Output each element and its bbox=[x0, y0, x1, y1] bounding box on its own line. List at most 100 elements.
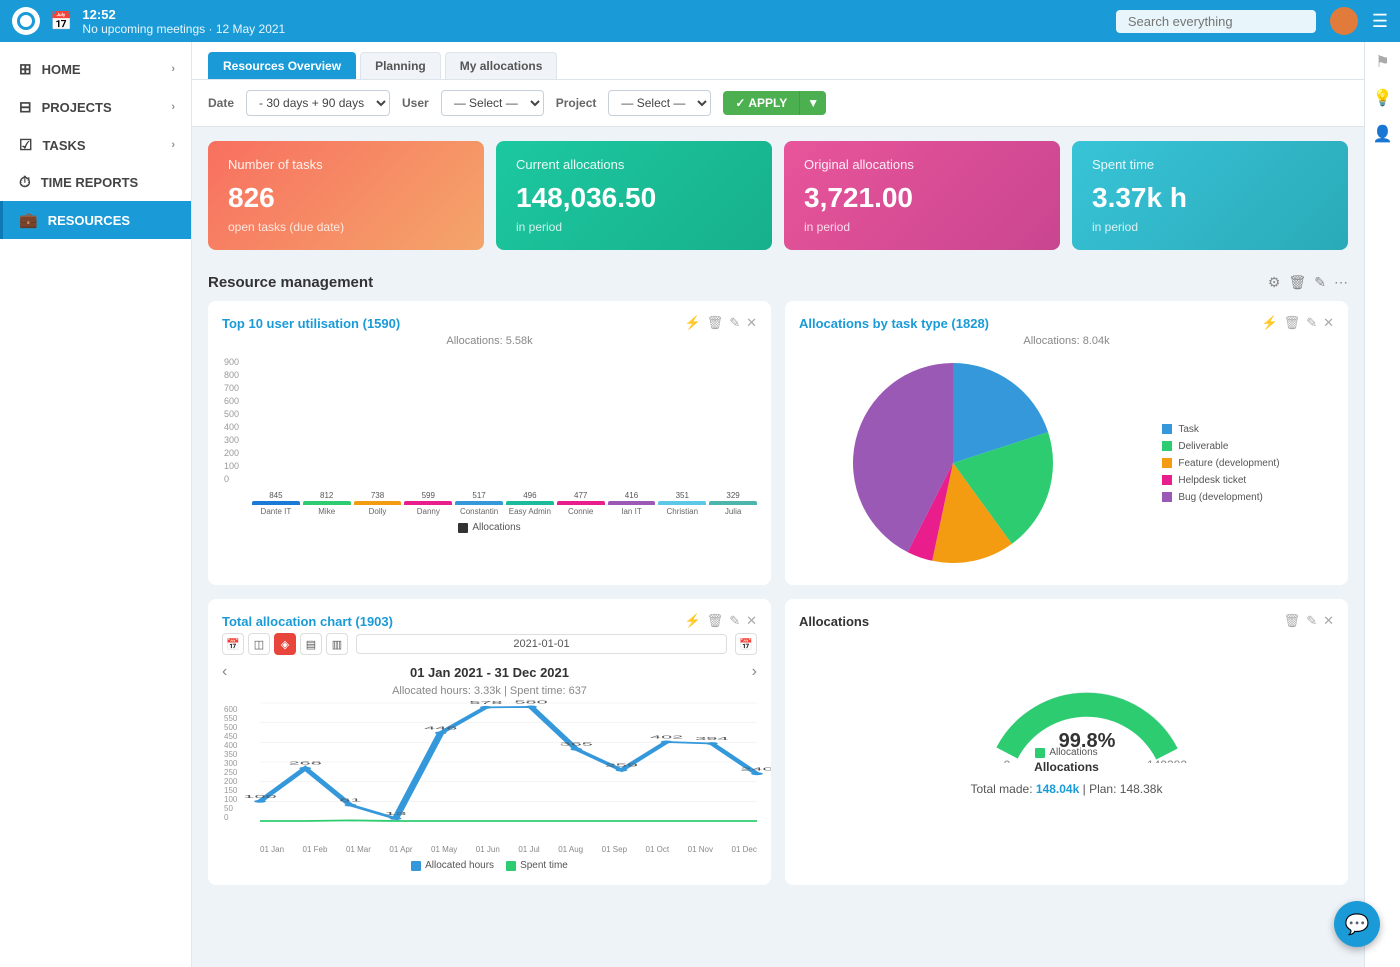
edit-icon[interactable]: ✎ bbox=[1306, 613, 1317, 629]
next-range-button[interactable]: › bbox=[752, 663, 757, 681]
trash-icon[interactable]: 🗑 bbox=[1284, 315, 1301, 331]
settings-icon[interactable]: ⚙ bbox=[1268, 274, 1281, 291]
nav-icon-5[interactable]: ▥ bbox=[326, 633, 348, 655]
tab-planning[interactable]: Planning bbox=[360, 52, 441, 79]
bar-name-label: Dante IT bbox=[252, 507, 300, 516]
bar bbox=[252, 501, 300, 505]
menu-icon[interactable]: ☰ bbox=[1372, 11, 1388, 32]
trash-icon[interactable]: 🗑 bbox=[707, 315, 724, 331]
search-input[interactable] bbox=[1116, 10, 1316, 33]
bar-col: 351 bbox=[658, 491, 706, 505]
alloc-stats: Allocated hours: 3.33k | Spent time: 637 bbox=[222, 685, 757, 697]
edit-icon[interactable]: ✎ bbox=[729, 613, 740, 629]
bar bbox=[303, 501, 351, 505]
bar-chart-legend: Allocations bbox=[222, 522, 757, 533]
card-num-tasks: Number of tasks 826 open tasks (due date… bbox=[208, 141, 484, 250]
bar-name-label: Dolly bbox=[354, 507, 402, 516]
apply-dropdown-button[interactable]: ▼ bbox=[799, 91, 826, 115]
avatar[interactable] bbox=[1330, 7, 1358, 35]
topbar-right: ☰ bbox=[1116, 7, 1388, 35]
trash-icon[interactable]: 🗑 bbox=[1288, 274, 1306, 291]
pie-chart-header: Allocations by task type (1828) ⚡ 🗑 ✎ ✕ bbox=[799, 315, 1334, 331]
date-filter-select[interactable]: - 30 days + 90 days bbox=[246, 90, 390, 116]
calendar-icon[interactable]: 📅 bbox=[50, 11, 72, 32]
nav-icon-3[interactable]: ◈ bbox=[274, 633, 296, 655]
sidebar-item-resources[interactable]: 💼 RESOURCES bbox=[0, 201, 191, 239]
close-icon[interactable]: ✕ bbox=[746, 315, 757, 331]
flag-icon[interactable]: ⚑ bbox=[1375, 52, 1389, 72]
more-icon[interactable]: ⋯ bbox=[1334, 274, 1348, 291]
sidebar-item-projects[interactable]: ⊟ PROJECTS › bbox=[0, 88, 191, 126]
bar-value-label: 738 bbox=[371, 491, 384, 500]
date-filter-label: Date bbox=[208, 96, 234, 110]
trash-icon[interactable]: 🗑 bbox=[707, 613, 724, 629]
card-num-tasks-value: 826 bbox=[228, 182, 464, 214]
date-range-label: 01 Jan 2021 - 31 Dec 2021 bbox=[410, 665, 569, 680]
topbar-left: 📅 12:52 No upcoming meetings · 12 May 20… bbox=[12, 7, 285, 36]
prev-range-button[interactable]: ‹ bbox=[222, 663, 227, 681]
bar-value-label: 812 bbox=[320, 491, 333, 500]
bar-value-label: 517 bbox=[472, 491, 485, 500]
legend-task: Task bbox=[1162, 424, 1279, 435]
bar-names: Dante ITMikeDollyDannyConstantinEasy Adm… bbox=[252, 507, 757, 516]
svg-text:365: 365 bbox=[560, 742, 593, 747]
svg-text:259: 259 bbox=[605, 763, 638, 768]
close-icon[interactable]: ✕ bbox=[1323, 315, 1334, 331]
rm-title: Resource management bbox=[208, 274, 373, 291]
bar bbox=[354, 501, 402, 505]
meeting-info: No upcoming meetings · 12 May 2021 bbox=[82, 22, 285, 36]
filter-icon[interactable]: ⚡ bbox=[684, 613, 700, 629]
sidebar-tasks-label: TASKS bbox=[42, 138, 161, 153]
chat-button[interactable]: 💬 bbox=[1334, 901, 1380, 947]
pie-svg bbox=[853, 363, 1053, 563]
top10-chart-header: Top 10 user utilisation (1590) ⚡ 🗑 ✎ ✕ bbox=[222, 315, 757, 331]
svg-text:0: 0 bbox=[1003, 758, 1010, 763]
legend-dot-helpdesk bbox=[1162, 475, 1172, 485]
bar-col: 477 bbox=[557, 491, 605, 505]
legend-feature-label: Feature (development) bbox=[1178, 458, 1279, 469]
legend-label: Allocations bbox=[472, 522, 520, 533]
sidebar-item-tasks[interactable]: ☑ TASKS › bbox=[0, 126, 191, 164]
tab-my-allocations[interactable]: My allocations bbox=[445, 52, 558, 79]
sidebar-resources-label: RESOURCES bbox=[48, 213, 175, 228]
trash-icon[interactable]: 🗑 bbox=[1284, 613, 1301, 629]
sidebar-projects-label: PROJECTS bbox=[42, 100, 162, 115]
user-filter-select[interactable]: — Select — bbox=[441, 90, 544, 116]
bar-col: 329 bbox=[709, 491, 757, 505]
close-icon[interactable]: ✕ bbox=[1323, 613, 1334, 629]
nav-icon-2[interactable]: ◫ bbox=[248, 633, 270, 655]
filter-icon[interactable]: ⚡ bbox=[684, 315, 700, 331]
filter-bar: Date - 30 days + 90 days User — Select —… bbox=[192, 80, 1364, 127]
calendar-pick-icon[interactable]: 📅 bbox=[735, 633, 757, 655]
date-input[interactable] bbox=[356, 634, 727, 654]
legend-allocated-hours: Allocated hours bbox=[411, 860, 494, 871]
edit-icon[interactable]: ✎ bbox=[729, 315, 740, 331]
tab-resources-overview[interactable]: Resources Overview bbox=[208, 52, 356, 79]
nav-icon-1[interactable]: 📅 bbox=[222, 633, 244, 655]
card-spent-time-value: 3.37k h bbox=[1092, 182, 1328, 214]
app-logo[interactable] bbox=[12, 7, 40, 35]
sidebar-item-home[interactable]: ⊞ HOME › bbox=[0, 50, 191, 88]
chevron-right-icon: › bbox=[171, 139, 175, 151]
sidebar-item-time-reports[interactable]: ⏱ TIME REPORTS bbox=[0, 164, 191, 201]
nav-icon-4[interactable]: ▤ bbox=[300, 633, 322, 655]
top10-chart-box: Top 10 user utilisation (1590) ⚡ 🗑 ✎ ✕ A… bbox=[208, 301, 771, 585]
bar-name-label: Connie bbox=[557, 507, 605, 516]
filter-icon[interactable]: ⚡ bbox=[1261, 315, 1277, 331]
rm-header: Resource management ⚙ 🗑 ✎ ⋯ bbox=[208, 264, 1348, 301]
apply-button[interactable]: ✓ APPLY bbox=[723, 91, 799, 115]
svg-text:149382: 149382 bbox=[1146, 758, 1186, 763]
svg-text:13: 13 bbox=[384, 811, 406, 816]
person-icon[interactable]: 👤 bbox=[1373, 124, 1393, 144]
bar-value-label: 477 bbox=[574, 491, 587, 500]
project-filter-select[interactable]: — Select — bbox=[608, 90, 711, 116]
legend-dot-bug bbox=[1162, 492, 1172, 502]
edit-icon[interactable]: ✎ bbox=[1314, 274, 1326, 291]
lightbulb-icon[interactable]: 💡 bbox=[1373, 88, 1393, 108]
close-icon[interactable]: ✕ bbox=[746, 613, 757, 629]
edit-icon[interactable]: ✎ bbox=[1306, 315, 1317, 331]
bar bbox=[455, 501, 503, 505]
sidebar: ⊞ HOME › ⊟ PROJECTS › ☑ TASKS › ⏱ TIME R… bbox=[0, 42, 192, 967]
bar bbox=[506, 501, 554, 505]
main-layout: ⊞ HOME › ⊟ PROJECTS › ☑ TASKS › ⏱ TIME R… bbox=[0, 42, 1400, 967]
